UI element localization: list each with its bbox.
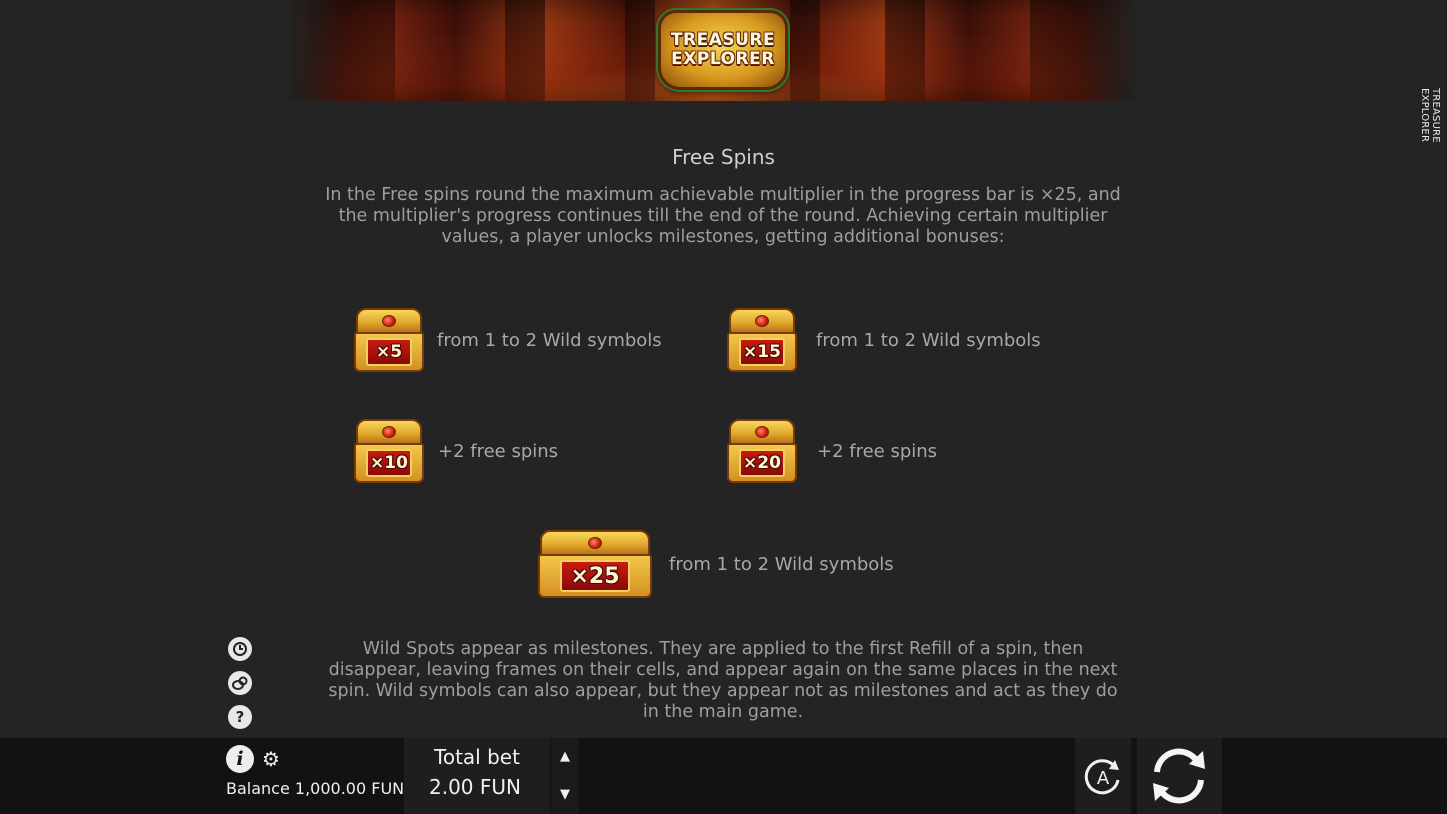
side-game-title: TREASURE EXPLORER <box>1419 88 1441 143</box>
multiplier-label: ×15 <box>739 338 785 366</box>
total-bet-value: 2.00 FUN <box>429 775 521 799</box>
milestone-x20: ×20 +2 free spins <box>727 419 937 483</box>
milestone-text: from 1 to 2 Wild symbols <box>437 329 662 351</box>
section-intro: In the Free spins round the maximum achi… <box>325 185 1121 247</box>
milestone-x15: ×15 from 1 to 2 Wild symbols <box>727 308 1041 372</box>
section-title: Free Spins <box>672 145 775 169</box>
chest-icon: ×5 <box>354 308 424 372</box>
milestone-text: from 1 to 2 Wild symbols <box>816 329 1041 351</box>
info-icon[interactable]: i <box>226 745 254 773</box>
spin-button[interactable] <box>1147 745 1211 807</box>
total-bet-label: Total bet <box>434 745 520 769</box>
milestone-text: +2 free spins <box>817 440 938 462</box>
logo-line1: TREASURE <box>670 30 776 50</box>
multiplier-label: ×25 <box>560 560 630 592</box>
chest-icon: ×25 <box>538 530 652 598</box>
gear-icon[interactable]: ⚙ <box>260 748 282 770</box>
bet-increase-button[interactable]: ▲ <box>557 750 573 764</box>
section-outro: Wild Spots appear as milestones. They ar… <box>328 639 1118 722</box>
chest-icon: ×20 <box>727 419 797 483</box>
chest-icon: ×15 <box>727 308 797 372</box>
history-icon[interactable] <box>228 637 252 661</box>
chest-icon: ×10 <box>354 419 424 483</box>
multiplier-label: ×5 <box>366 338 412 366</box>
bottom-bar <box>0 738 1447 814</box>
multiplier-label: ×20 <box>739 449 785 477</box>
balance-display: Balance 1,000.00 FUN <box>226 779 405 798</box>
milestone-text: +2 free spins <box>438 440 559 462</box>
multiplier-label: ×10 <box>366 449 412 477</box>
milestone-text: from 1 to 2 Wild symbols <box>669 553 894 575</box>
autoplay-label: A <box>1097 768 1110 789</box>
bet-coins-icon[interactable] <box>228 671 252 695</box>
milestone-x5: ×5 from 1 to 2 Wild symbols <box>354 308 662 372</box>
header-banner: TREASURE EXPLORER <box>285 0 1140 101</box>
milestone-x25: ×25 from 1 to 2 Wild symbols <box>538 530 894 598</box>
logo-line2: EXPLORER <box>671 49 775 69</box>
game-logo: TREASURE EXPLORER <box>658 10 788 90</box>
milestone-x10: ×10 +2 free spins <box>354 419 558 483</box>
autoplay-button[interactable]: A <box>1082 756 1124 798</box>
bet-decrease-button[interactable]: ▼ <box>557 788 573 802</box>
help-icon[interactable]: ? <box>228 705 252 729</box>
